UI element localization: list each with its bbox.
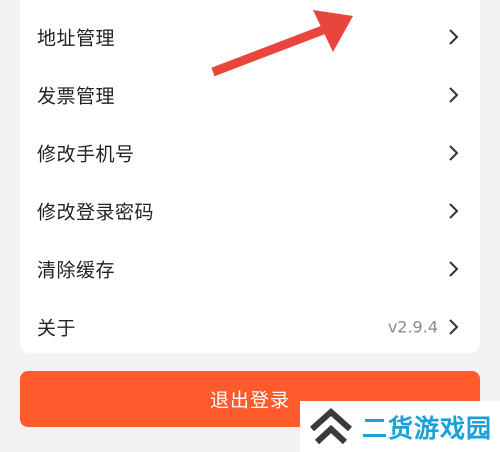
- settings-item-label: 关于: [37, 317, 77, 340]
- settings-item-about[interactable]: 关于 v2.9.4: [20, 298, 480, 356]
- chevron-right-icon: [449, 319, 459, 335]
- chevron-right-icon: [449, 261, 459, 277]
- settings-item-label: 修改手机号: [37, 143, 135, 166]
- settings-item-change-password[interactable]: 修改登录密码: [20, 182, 480, 240]
- app-version: v2.9.4: [387, 317, 438, 337]
- chevron-right-icon: [449, 29, 459, 45]
- settings-item-change-phone[interactable]: 修改手机号: [20, 124, 480, 182]
- chevron-right-icon: [449, 145, 459, 161]
- settings-item-label: 清除缓存: [37, 259, 116, 282]
- watermark-text: 二货游戏园: [362, 414, 493, 443]
- settings-item-label: 地址管理: [37, 27, 116, 50]
- chevron-right-icon: [449, 203, 459, 219]
- watermark: 二货游戏园: [300, 401, 500, 452]
- settings-screen: 地址管理 发票管理 修改手机号 修改登录密码 清除缓存 关于 v2.9.4 退出…: [0, 0, 500, 452]
- settings-item-clear-cache[interactable]: 清除缓存: [20, 240, 480, 298]
- chevron-right-icon: [449, 87, 459, 103]
- annotation-arrow-icon: [211, 10, 353, 77]
- settings-item-label: 发票管理: [37, 85, 116, 108]
- settings-item-label: 修改登录密码: [37, 201, 155, 224]
- watermark-logo-icon: [309, 407, 353, 445]
